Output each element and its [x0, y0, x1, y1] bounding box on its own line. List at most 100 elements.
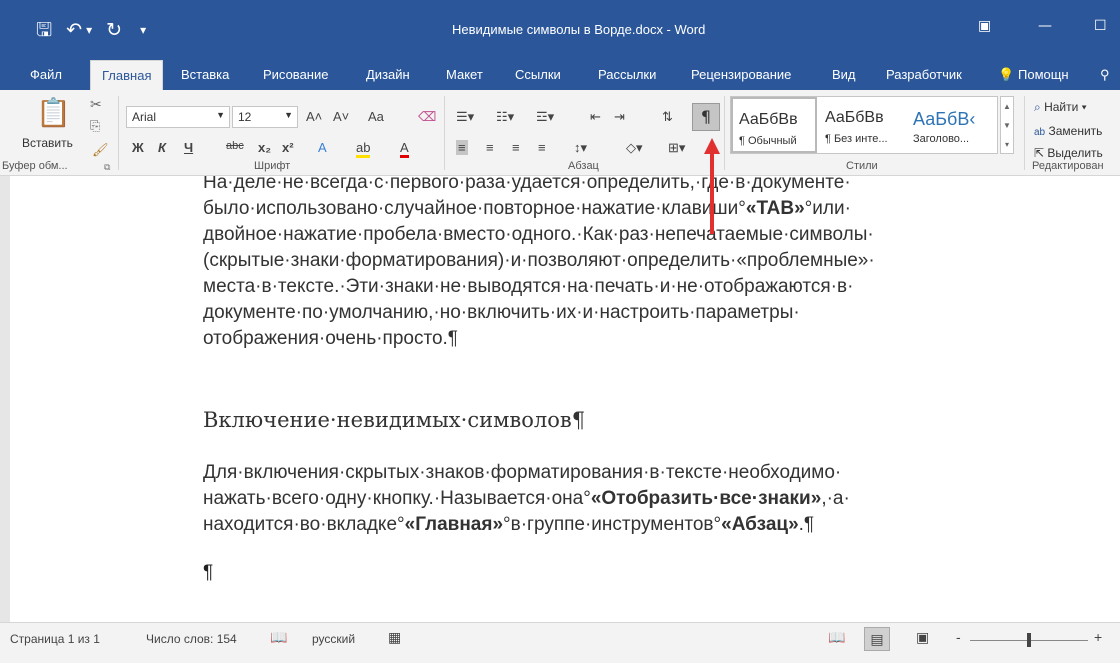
text-effects-button[interactable]: A [318, 140, 327, 155]
numbering-icon[interactable]: ☷▾ [496, 109, 514, 125]
word-count[interactable]: Число слов: 154 [146, 632, 237, 646]
align-right-icon[interactable]: ≡ [512, 140, 520, 155]
copy-icon[interactable]: ⎘ [90, 118, 100, 134]
show-hide-marks-button[interactable]: ¶ [692, 103, 720, 131]
align-left-icon[interactable]: ≡ [456, 140, 468, 155]
tab-view[interactable]: Вид [832, 67, 856, 82]
format-painter-icon[interactable]: 🖌 [92, 142, 109, 158]
search-icon: ⌕ [1034, 100, 1041, 114]
language-indicator[interactable]: русский [312, 632, 355, 646]
line-spacing-icon[interactable]: ↕▾ [574, 140, 587, 156]
undo-dropdown-icon[interactable]: ▾ [86, 20, 92, 40]
tab-design[interactable]: Дизайн [366, 67, 410, 82]
ribbon-display-icon[interactable]: ▣ [978, 18, 991, 34]
maximize-icon[interactable]: ☐ [1094, 18, 1107, 34]
cut-icon[interactable]: ✂ [90, 96, 102, 113]
paste-icon[interactable]: 📋 [36, 96, 71, 129]
undo-icon[interactable]: ↶ [66, 20, 82, 40]
tab-references[interactable]: Ссылки [515, 67, 561, 82]
highlight-button[interactable]: ab [356, 140, 371, 158]
align-center-icon[interactable]: ≡ [486, 140, 494, 155]
tab-insert[interactable]: Вставка [181, 67, 229, 82]
window-title: Невидимые символы в Ворде.docx - Word [452, 22, 706, 37]
chevron-down-icon: ▼ [284, 110, 293, 120]
lightbulb-icon[interactable]: 💡 [998, 67, 1014, 83]
find-button[interactable]: ⌕ Найти ▾ [1034, 100, 1087, 115]
paragraph-2[interactable]: Для·включения·скрытых·знаков·форматирова… [203, 460, 1043, 538]
empty-paragraph-mark[interactable]: ¶ [203, 562, 213, 584]
dialog-launcher-icon[interactable]: ⧉ [104, 162, 110, 173]
change-case-button[interactable]: Aa [368, 109, 384, 124]
minimize-icon[interactable]: — [1038, 18, 1052, 34]
text-line: нажать·всего·одну·кнопку.·Называется·она… [203, 486, 1043, 512]
sort-icon[interactable]: ⇅ [662, 109, 673, 125]
select-label: Выделить [1047, 146, 1103, 160]
tab-layout[interactable]: Макет [446, 67, 483, 82]
tab-mailings[interactable]: Рассылки [598, 67, 656, 82]
superscript-button[interactable]: x² [282, 140, 294, 155]
underline-button[interactable]: Ч [184, 140, 193, 155]
select-icon: ⇱ [1034, 146, 1045, 160]
ribbon: 📋 Вставить ✂ ⎘ 🖌 Буфер обм... ⧉ Arial ▼ … [0, 90, 1120, 176]
styles-scroll[interactable]: ▲ ▼ ▾ [1000, 96, 1014, 154]
tab-draw[interactable]: Рисование [263, 67, 328, 82]
find-label: Найти [1044, 100, 1079, 114]
style-no-spacing[interactable]: АаБбВв ¶ Без инте... [819, 97, 905, 153]
customize-qat-icon[interactable]: ▾ [140, 20, 146, 40]
shading-icon[interactable]: ◇▾ [626, 140, 643, 156]
strikethrough-button[interactable]: abc [226, 140, 244, 152]
paste-button[interactable]: Вставить [22, 136, 73, 150]
macro-icon[interactable]: ▦ [388, 629, 401, 646]
text-line: отображения·очень·просто.¶ [203, 328, 459, 349]
text-run: ,·а· [821, 488, 850, 509]
print-layout-icon[interactable]: ▤ [864, 627, 890, 651]
increase-indent-icon[interactable]: ⇥ [614, 109, 625, 125]
font-name-box[interactable]: Arial ▼ [126, 106, 230, 128]
ribbon-divider [118, 96, 119, 170]
font-color-button[interactable]: A [400, 140, 409, 158]
zoom-slider-thumb[interactable] [1027, 633, 1031, 647]
text-line: Для·включения·скрытых·знаков·форматирова… [203, 462, 842, 483]
section-heading[interactable]: Включение·невидимых·символов¶ [203, 408, 585, 432]
clear-formatting-icon[interactable]: ⌫ [418, 109, 436, 125]
page-count[interactable]: Страница 1 из 1 [10, 632, 100, 646]
ribbon-divider [1024, 96, 1025, 170]
subscript-button[interactable]: x₂ [258, 140, 271, 155]
tab-developer[interactable]: Разработчик [886, 67, 962, 82]
borders-icon[interactable]: ⊞▾ [668, 140, 685, 156]
proofing-icon[interactable]: 📖 [270, 629, 287, 646]
zoom-in-button[interactable]: + [1094, 629, 1102, 645]
text-line: (скрытые·знаки·форматирования)·и·позволя… [203, 250, 875, 271]
multilevel-list-icon[interactable]: ☲▾ [536, 109, 554, 125]
tab-home[interactable]: Главная [90, 60, 164, 93]
web-layout-icon[interactable]: ▣ [916, 629, 929, 646]
shrink-font-button[interactable]: A˅ [333, 109, 349, 124]
style-heading1[interactable]: АаБбВ‹ Заголово... [907, 97, 993, 153]
tab-review[interactable]: Рецензирование [691, 67, 791, 82]
italic-button[interactable]: К [158, 140, 166, 155]
grow-font-button[interactable]: A˄ [306, 109, 322, 124]
justify-icon[interactable]: ≡ [538, 140, 546, 155]
select-button[interactable]: ⇱ Выделить [1034, 146, 1103, 160]
bullets-icon[interactable]: ☰▾ [456, 109, 474, 125]
font-size-box[interactable]: 12 ▼ [232, 106, 298, 128]
tab-file[interactable]: Файл [30, 67, 62, 82]
replace-button[interactable]: ab Заменить [1034, 124, 1102, 138]
style-normal[interactable]: АаБбВв ¶ Обычный [731, 97, 817, 153]
paragraph-1[interactable]: На·деле·не·всегда·с·первого·раза·удается… [203, 176, 1043, 352]
text-run: было·использовано·случайное·повторное·на… [203, 198, 746, 219]
document-page[interactable]: На·деле·не·всегда·с·первого·раза·удается… [10, 176, 1120, 622]
decrease-indent-icon[interactable]: ⇤ [590, 109, 601, 125]
redo-icon[interactable]: ↻ [106, 20, 122, 40]
styles-gallery: АаБбВв ¶ Обычный АаБбВв ¶ Без инте... Аа… [730, 96, 998, 154]
read-mode-icon[interactable]: 📖 [828, 629, 845, 646]
clipboard-group-label: Буфер обм... [2, 160, 68, 172]
text-run: °в·группе·инструментов° [503, 514, 722, 535]
zoom-out-button[interactable]: - [956, 629, 961, 645]
bold-text-run: «Абзац» [721, 514, 799, 535]
bold-button[interactable]: Ж [132, 140, 144, 155]
save-icon[interactable]: 🖫 [36, 20, 52, 40]
tab-help[interactable]: Помощн [1018, 67, 1069, 82]
share-icon[interactable]: ⚲ [1100, 67, 1110, 83]
style-name: ¶ Без инте... [825, 133, 888, 145]
